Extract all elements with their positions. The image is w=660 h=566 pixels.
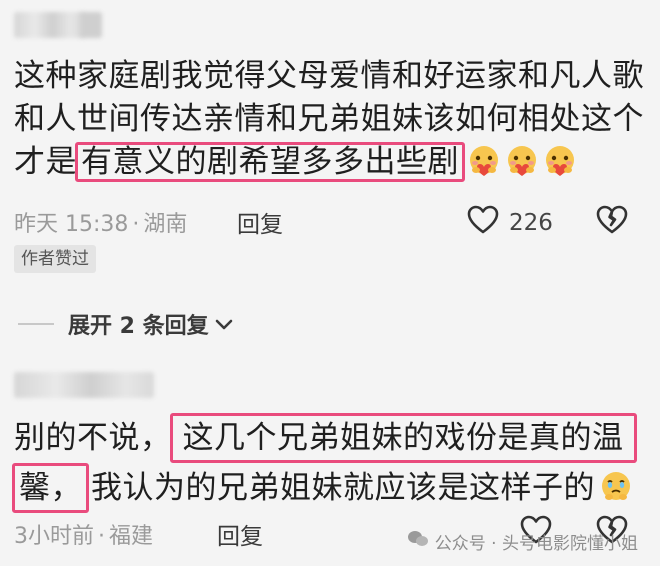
comment-1-text: 这种家庭剧我觉得父母爱情和好运家和凡人歌 和人世间传达亲情和兄弟姐妹该如何相处这… (14, 55, 644, 184)
wechat-icon (407, 530, 429, 553)
comment-2-line-1: 别的不说， 这几个兄弟姐妹的戏份是真的温 (14, 413, 644, 463)
expand-replies-label: 展开 2 条回复 (68, 314, 209, 339)
commenter-name-blurred[interactable] (14, 372, 154, 398)
crying-emoji-icon (595, 470, 633, 506)
watermark: 公众号 · 头号电影院懂小姐 (407, 529, 638, 554)
comment-2-line-1-pre: 别的不说， (14, 420, 172, 456)
commenter-avatar-blurred[interactable] (80, 12, 102, 38)
comment-2-location: 福建 (109, 524, 154, 549)
comment-1-line-1: 这种家庭剧我觉得父母爱情和好运家和凡人歌 (14, 58, 644, 94)
comment-2-highlight-2: 馨， (12, 463, 89, 513)
heart-hug-emoji-icon (463, 144, 501, 180)
author-liked-badge: 作者赞过 (14, 245, 96, 273)
comment-2-meta: 3小时前 · 福建 (14, 518, 153, 550)
comment-1-like-button[interactable]: 226 (467, 205, 553, 241)
comment-1-time: 昨天 15:38 (14, 212, 129, 237)
comment-1-like-count: 226 (509, 210, 553, 236)
watermark-text: 公众号 · 头号电影院懂小姐 (434, 534, 638, 554)
chevron-down-icon (215, 312, 233, 337)
heart-hug-emoji-icon (501, 144, 539, 180)
comment-2-line-2-post: 我认为的兄弟姐妹就应该是这样子的 (91, 470, 595, 506)
comment-1-separator: · (132, 212, 140, 237)
divider (18, 323, 54, 325)
comment-1-dislike-button[interactable] (596, 205, 628, 239)
comment-1-line-3-pre: 才是 (14, 144, 77, 180)
comment-1-line-3: 才是 有意义的剧希望多多出些剧 (14, 141, 644, 184)
comment-1-meta: 昨天 15:38 · 湖南 (14, 206, 187, 238)
heart-hug-emoji-icon (539, 144, 577, 180)
comment-1-location: 湖南 (143, 212, 188, 237)
comment-2-reply-button[interactable]: 回复 (217, 517, 263, 551)
comment-1-line-2: 和人世间传达亲情和兄弟姐妹该如何相处这个 (14, 101, 644, 137)
comment-2-line-2: 馨， 我认为的兄弟姐妹就应该是这样子的 (12, 463, 644, 513)
heart-outline-icon (467, 205, 499, 241)
broken-heart-icon (596, 205, 628, 239)
expand-replies-button[interactable]: 展开 2 条回复 (18, 308, 233, 340)
comment-2-text: 别的不说， 这几个兄弟姐妹的戏份是真的温 馨， 我认为的兄弟姐妹就应该是这样子的 (12, 413, 644, 513)
comment-1-reply-button[interactable]: 回复 (237, 205, 283, 239)
comment-1-highlight: 有意义的剧希望多多出些剧 (75, 142, 465, 182)
comment-2-time: 3小时前 (14, 524, 94, 549)
comment-2-highlight-1: 这几个兄弟姐妹的戏份是真的温 (169, 413, 637, 463)
commenter-name-blurred[interactable] (14, 12, 84, 38)
comment-2-separator: · (98, 524, 105, 549)
